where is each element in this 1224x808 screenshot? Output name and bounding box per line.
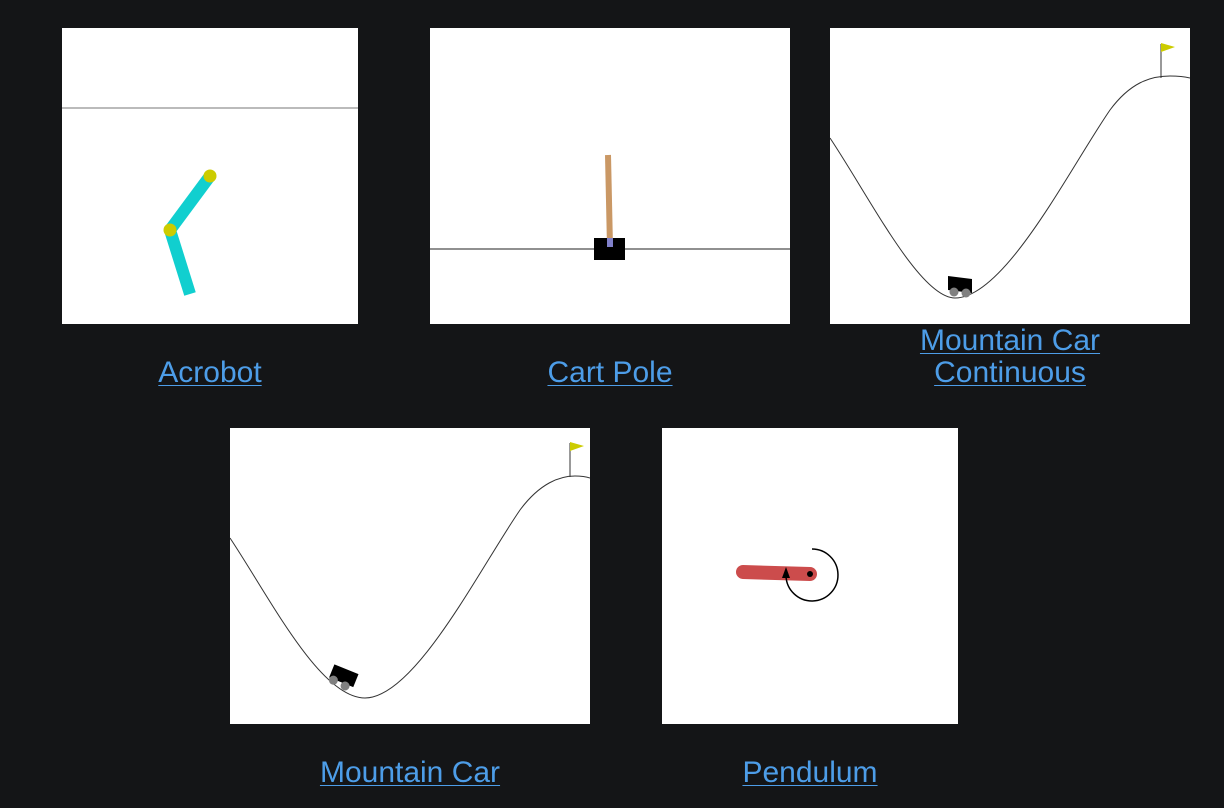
mountain-car-continuous-car [948,276,972,298]
pendulum-render [736,548,839,602]
cartpole-render [430,154,790,260]
mountain-car-thumbnail[interactable] [230,428,590,724]
pendulum-link[interactable]: Pendulum [662,757,958,789]
mountain-car-continuous-render [830,43,1190,299]
acrobot-thumbnail[interactable] [62,28,358,324]
cartpole-thumbnail[interactable] [430,28,790,324]
pendulum-rod [736,565,817,581]
mountain-car-continuous-link-line2: Continuous [934,356,1086,389]
cartpole-axle [607,238,613,247]
cartpole-link[interactable]: Cart Pole [430,357,790,389]
mountain-car-link[interactable]: Mountain Car [230,757,590,789]
environment-gallery: Acrobot Cart Pole Mountain Car Continuou… [0,0,1224,808]
acrobot-link-2 [164,228,196,296]
mountain-car-continuous-flag [1161,43,1175,52]
acrobot-joint-2 [163,223,177,237]
acrobot-link[interactable]: Acrobot [62,357,358,389]
acrobot-render [62,107,358,296]
mountain-car-hill [230,475,590,699]
mountain-car-continuous-thumbnail[interactable] [830,28,1190,324]
mountain-car-continuous-link-line1: Mountain Car [919,324,1101,357]
mountain-car-continuous-link[interactable]: Mountain Car Continuous [830,325,1190,389]
mountain-car-flag [570,442,584,451]
pendulum-thumbnail[interactable] [662,428,958,724]
mountain-car-continuous-hill [830,75,1190,299]
mountain-car-render [230,442,590,699]
cartpole-pole [605,154,613,248]
mountain-car-car [328,664,359,691]
acrobot-link-1 [165,172,215,234]
acrobot-joint-1 [203,169,217,183]
pendulum-pivot [807,571,813,577]
